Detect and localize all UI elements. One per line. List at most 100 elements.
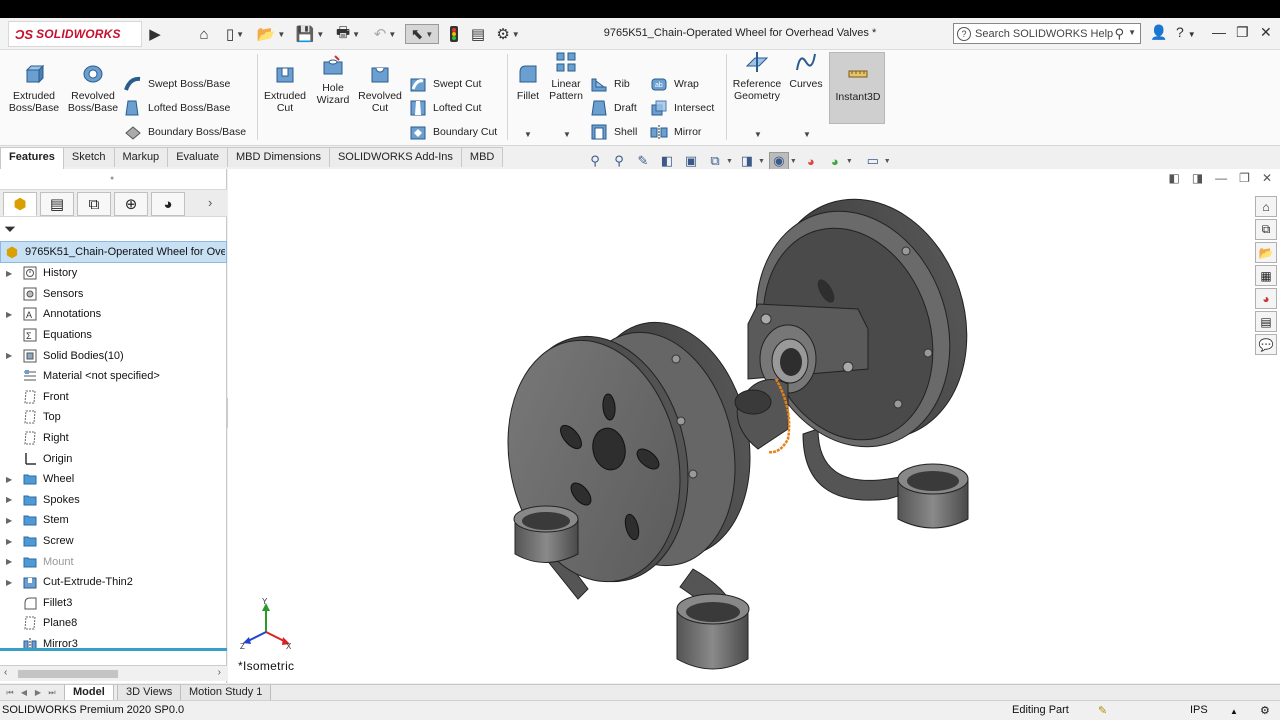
save-icon[interactable]: 💾 ▼ <box>294 24 326 44</box>
tree-item[interactable]: Material <not specified> <box>0 366 227 387</box>
tree-root-part[interactable]: ⬢ 9765K51_Chain-Operated Wheel for Overh… <box>0 241 227 263</box>
options-gear-icon[interactable]: ⚙ ▼ <box>492 24 524 44</box>
extruded-boss-button[interactable]: Extruded Boss/Base <box>8 62 60 114</box>
tab-model[interactable]: Model <box>64 685 114 701</box>
fillet-button[interactable]: Fillet <box>512 62 544 102</box>
tab-sketch[interactable]: Sketch <box>62 147 115 167</box>
tab-mbd-dimensions[interactable]: MBD Dimensions <box>227 147 330 167</box>
expand-arrow-icon[interactable]: ▶ <box>6 495 14 504</box>
tree-item[interactable]: ▶ Spokes <box>0 490 227 511</box>
restore-icon[interactable]: ❐ <box>1236 24 1249 41</box>
lofted-cut-button[interactable]: Lofted Cut <box>409 98 481 118</box>
section-view-icon[interactable]: ◧ <box>657 152 677 170</box>
tree-item[interactable]: ▶ Mount <box>0 551 227 572</box>
swept-cut-button[interactable]: Swept Cut <box>409 74 481 94</box>
edit-appearance-icon[interactable]: ◕ <box>801 152 821 170</box>
shell-button[interactable]: Shell <box>590 122 637 142</box>
view-orientation-dropdown-icon[interactable]: ▼ <box>726 158 733 165</box>
revolved-cut-button[interactable]: Revolved Cut <box>356 62 404 114</box>
pattern-dropdown-icon[interactable]: ▼ <box>563 130 571 139</box>
expand-arrow-icon[interactable]: ▶ <box>6 475 14 484</box>
curves-dropdown-icon[interactable]: ▼ <box>803 130 811 139</box>
expand-arrow-icon[interactable]: ▶ <box>6 557 14 566</box>
draft-button[interactable]: Draft <box>590 98 637 118</box>
rebuild-status-icon[interactable]: ✎ <box>1098 704 1107 717</box>
view-orientation-icon[interactable]: ⧉ <box>705 152 725 170</box>
expand-arrow-icon[interactable]: ▶ <box>6 269 14 278</box>
scroll-left-icon[interactable]: ‹ <box>4 667 7 678</box>
panel-collapse-icon[interactable]: ● <box>110 175 114 182</box>
tree-item[interactable]: ▶ Screw <box>0 531 227 552</box>
propertymanager-tab-icon[interactable]: ▤ <box>40 192 74 216</box>
hide-show-items-icon[interactable]: ◉ <box>768 152 789 170</box>
zoom-to-area-icon[interactable]: ⚲ <box>609 152 629 170</box>
configurationmanager-tab-icon[interactable]: ⧉ <box>77 192 111 216</box>
tree-item[interactable]: ▶ Stem <box>0 510 227 531</box>
design-library-icon[interactable]: ⧉ <box>1255 219 1277 240</box>
wrap-button[interactable]: ab Wrap <box>650 74 699 94</box>
undo-icon[interactable]: ↶ ▼ <box>369 24 401 44</box>
file-properties-icon[interactable]: ▤ <box>468 24 488 44</box>
tab-solidworks-addins[interactable]: SOLIDWORKS Add-Ins <box>328 147 462 167</box>
search-dropdown-icon[interactable]: ▼ <box>1128 28 1136 37</box>
tab-3d-views[interactable]: 3D Views <box>117 685 182 701</box>
reference-geometry-button[interactable]: Reference Geometry <box>730 50 784 102</box>
display-style-dropdown-icon[interactable]: ▼ <box>758 158 765 165</box>
extruded-cut-button[interactable]: Extruded Cut <box>260 62 310 114</box>
tree-item[interactable]: Front <box>0 387 227 408</box>
linear-pattern-button[interactable]: Linear Pattern <box>546 50 586 102</box>
panel-splitter[interactable] <box>0 648 227 651</box>
curves-button[interactable]: Curves <box>788 50 824 90</box>
close-icon[interactable]: ✕ <box>1260 24 1272 41</box>
user-icon[interactable]: 👤 <box>1150 24 1167 41</box>
previous-view-icon[interactable]: ✎ <box>633 152 653 170</box>
view-settings-dropdown-icon[interactable]: ▼ <box>884 158 891 165</box>
expand-arrow-icon[interactable]: ▶ <box>6 537 14 546</box>
tab-evaluate[interactable]: Evaluate <box>167 147 228 167</box>
tree-item[interactable]: Mirror3 <box>0 634 227 655</box>
help-icon[interactable]: ? ▼ <box>1176 24 1196 40</box>
panel-horizontal-scrollbar[interactable]: ‹ › <box>0 665 227 681</box>
home-icon[interactable]: ⌂ <box>193 24 215 44</box>
tab-motion-study-1[interactable]: Motion Study 1 <box>180 685 272 701</box>
mirror-button[interactable]: Mirror <box>650 122 701 142</box>
minimize-icon[interactable]: — <box>1212 24 1226 40</box>
tree-item[interactable]: Sensors <box>0 284 227 305</box>
reference-dropdown-icon[interactable]: ▼ <box>754 130 762 139</box>
print-icon[interactable]: 🖶 ▼ <box>332 24 364 44</box>
hide-show-dropdown-icon[interactable]: ▼ <box>790 158 797 165</box>
first-tab-icon[interactable]: ⏮ <box>4 686 16 699</box>
unit-system[interactable]: IPS <box>1190 704 1208 716</box>
boundary-cut-button[interactable]: Boundary Cut <box>409 122 497 142</box>
view-palette-icon[interactable]: ▦ <box>1255 265 1277 286</box>
expand-arrow-icon[interactable]: ▶ <box>6 516 14 525</box>
tree-item[interactable]: ▶ Solid Bodies(10) <box>0 345 227 366</box>
tree-item[interactable]: Plane8 <box>0 613 227 634</box>
tree-item[interactable]: ▶ Wheel <box>0 469 227 490</box>
tree-item[interactable]: Top <box>0 407 227 428</box>
scroll-right-icon[interactable]: › <box>218 667 221 678</box>
hole-wizard-button[interactable]: Hole Wizard <box>312 54 354 106</box>
tree-item[interactable]: ▶ A Annotations <box>0 304 227 325</box>
graphics-area[interactable]: ◧ ◨ — ❐ ✕ Y X Z *Isometric ⌂ ⧉ 📂 ▦ ◕ ▤ 💬 <box>228 169 1280 683</box>
unit-dropdown-icon[interactable]: ▲ <box>1230 707 1238 716</box>
rebuild-icon[interactable] <box>446 24 462 44</box>
open-icon[interactable]: 📂 ▼ <box>255 24 287 44</box>
tab-mbd[interactable]: MBD <box>460 147 504 167</box>
solidworks-resources-icon[interactable]: ⌂ <box>1255 196 1277 217</box>
appearances-icon[interactable]: ◕ <box>1255 288 1277 309</box>
forum-icon[interactable]: 💬 <box>1255 334 1277 355</box>
prev-tab-icon[interactable]: ◀ <box>18 686 30 699</box>
tree-item[interactable]: ▶ History <box>0 263 227 284</box>
last-tab-icon[interactable]: ⏭ <box>46 686 58 699</box>
revolved-boss-button[interactable]: Revolved Boss/Base <box>66 62 120 114</box>
new-document-icon[interactable]: ▯ ▼ <box>220 24 250 44</box>
lofted-boss-button[interactable]: Lofted Boss/Base <box>124 98 230 118</box>
tree-item[interactable]: Σ Equations <box>0 325 227 346</box>
rib-button[interactable]: Rib <box>590 74 630 94</box>
expand-arrow-icon[interactable]: ▶ <box>6 578 14 587</box>
tree-item[interactable]: Fillet3 <box>0 593 227 614</box>
solidworks-logo[interactable]: ƆS SOLIDWORKS <box>8 21 142 47</box>
scrollbar-thumb[interactable] <box>18 670 118 678</box>
view-settings-icon[interactable]: ▭ <box>863 152 883 170</box>
